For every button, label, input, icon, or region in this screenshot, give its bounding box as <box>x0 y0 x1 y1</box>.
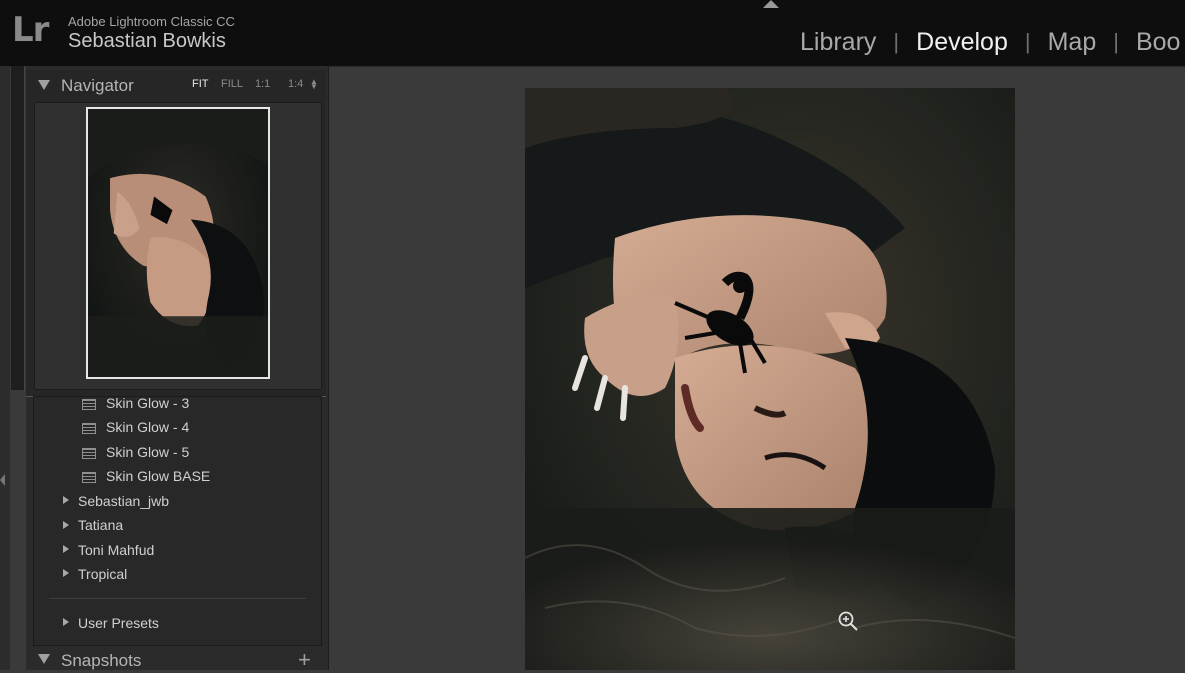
identity-plate-bar: Lr Adobe Lightroom Classic CC Sebastian … <box>0 0 1185 67</box>
zoom-spinner-icon[interactable]: ▲ ▼ <box>310 78 318 91</box>
preset-item[interactable]: Skin Glow BASE <box>106 468 210 484</box>
disclosure-down-icon[interactable] <box>38 654 50 664</box>
module-separator: | <box>1024 29 1031 54</box>
navigator-panel: Navigator FIT FILL 1:1 1:4 ▲ ▼ <box>26 70 326 397</box>
collapse-top-panel-icon[interactable] <box>763 0 779 8</box>
preset-icon <box>82 399 96 410</box>
photo-image <box>525 88 1015 670</box>
navigator-preview <box>34 102 322 390</box>
preset-folder[interactable]: Tropical <box>78 566 127 582</box>
app-name: Adobe Lightroom Classic CC <box>68 14 235 29</box>
module-book[interactable]: Boo <box>1136 28 1180 57</box>
snapshots-title: Snapshots <box>61 651 142 670</box>
navigator-thumbnail[interactable] <box>86 107 270 379</box>
module-separator: | <box>1113 29 1119 54</box>
module-picker: Library | Develop | Map | Boo <box>800 24 1180 60</box>
thumbnail-photo <box>88 109 268 377</box>
left-panel-scrollbar[interactable] <box>11 66 25 390</box>
disclosure-right-icon[interactable] <box>63 569 69 577</box>
preset-icon <box>82 448 96 459</box>
preset-folder[interactable]: Sebastian_jwb <box>78 493 169 509</box>
module-map[interactable]: Map <box>1048 28 1097 57</box>
preset-icon <box>82 423 96 434</box>
left-panel-edge[interactable] <box>0 66 10 670</box>
module-develop[interactable]: Develop <box>916 28 1008 57</box>
disclosure-right-icon[interactable] <box>63 618 69 626</box>
disclosure-right-icon[interactable] <box>63 521 69 529</box>
plus-icon[interactable]: + <box>298 647 311 673</box>
user-presets-folder[interactable]: User Presets <box>78 615 159 631</box>
preset-folder[interactable]: Tatiana <box>78 517 123 533</box>
preset-item[interactable]: Skin Glow - 3 <box>106 395 189 411</box>
disclosure-down-icon[interactable] <box>38 80 50 90</box>
zoom-fill[interactable]: FILL <box>221 78 243 90</box>
collapse-left-panel-icon[interactable] <box>0 474 5 486</box>
zoom-1-1[interactable]: 1:1 <box>255 78 270 90</box>
module-separator: | <box>893 29 900 54</box>
preset-item[interactable]: Skin Glow - 4 <box>106 419 189 435</box>
presets-list: Skin Glow - 3 Skin Glow - 4 Skin Glow - … <box>33 395 322 646</box>
module-library[interactable]: Library <box>800 28 876 57</box>
preset-folder[interactable]: Toni Mahfud <box>78 542 154 558</box>
zoom-magnifier-icon[interactable] <box>837 610 859 632</box>
list-divider <box>49 598 306 599</box>
user-name: Sebastian Bowkis <box>68 30 226 52</box>
preset-icon <box>82 472 96 483</box>
zoom-fit[interactable]: FIT <box>192 78 209 90</box>
lightroom-logo: Lr <box>12 10 49 50</box>
zoom-1-4[interactable]: 1:4 <box>288 78 303 90</box>
snapshots-header[interactable]: Snapshots + <box>26 646 328 673</box>
disclosure-right-icon[interactable] <box>63 545 69 553</box>
preset-item[interactable]: Skin Glow - 5 <box>106 444 189 460</box>
main-photo[interactable] <box>525 88 1015 670</box>
navigator-title: Navigator <box>61 76 134 95</box>
navigator-header[interactable]: Navigator FIT FILL 1:1 1:4 ▲ ▼ <box>26 70 326 100</box>
disclosure-right-icon[interactable] <box>63 496 69 504</box>
